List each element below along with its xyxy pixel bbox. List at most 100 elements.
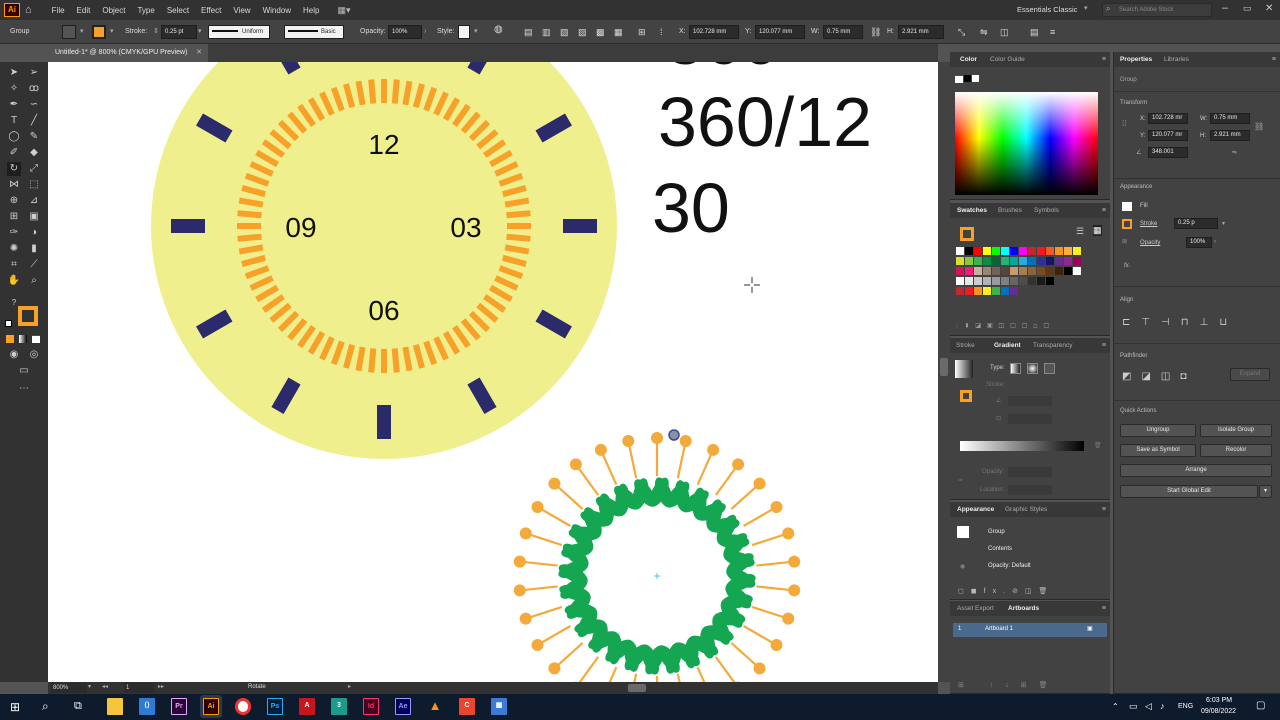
swatch[interactable]: [983, 257, 991, 265]
opacity-prop-field[interactable]: 100%: [1186, 237, 1212, 248]
notifications-icon[interactable]: ▢: [1256, 700, 1265, 711]
swatch[interactable]: [983, 247, 991, 255]
vscode-icon[interactable]: ⟨⟩: [139, 698, 155, 715]
distribute-icon[interactable]: ▥: [542, 26, 551, 38]
tab-swatches[interactable]: Swatches: [957, 207, 987, 214]
swatch[interactable]: [983, 287, 991, 295]
swatch[interactable]: [956, 277, 964, 285]
flip-icon[interactable]: ⇋: [980, 26, 988, 38]
draw-behind-icon[interactable]: ◎: [27, 348, 41, 362]
start-global-edit-button[interactable]: Start Global Edit: [1120, 485, 1258, 498]
w-field[interactable]: 0.75 mm: [823, 25, 863, 39]
stroke-weight-prop-field[interactable]: 0.25 p: [1174, 218, 1218, 229]
magic-wand-tool-icon[interactable]: ✧: [7, 82, 21, 96]
fill-swatch-small[interactable]: [1122, 201, 1132, 211]
mesh-tool-icon[interactable]: ⊞: [7, 210, 21, 224]
menu-window[interactable]: Window: [257, 6, 297, 15]
swatch[interactable]: [1001, 267, 1009, 275]
zoom-tool-icon[interactable]: ⌕: [27, 274, 41, 288]
workspace-switcher-icon[interactable]: ▦▾: [337, 5, 350, 16]
swatch[interactable]: [1019, 257, 1027, 265]
default-fill-stroke-icon[interactable]: [5, 320, 12, 327]
photoshop-icon[interactable]: Ps: [267, 698, 283, 715]
swatch[interactable]: [1073, 247, 1081, 255]
style-dropdown-icon[interactable]: ▾: [474, 26, 478, 38]
swatch[interactable]: [1010, 287, 1018, 295]
swatch[interactable]: [992, 267, 1000, 275]
swatch[interactable]: [1073, 267, 1081, 275]
swatch[interactable]: [965, 267, 973, 275]
stroke-color-box[interactable]: [18, 306, 38, 326]
panel-menu-icon[interactable]: ≡: [1050, 26, 1055, 38]
constrain-link-icon[interactable]: ⛓: [870, 26, 881, 38]
swatch[interactable]: [1028, 257, 1036, 265]
search-stock-field[interactable]: ⌕ Search Adobe Stock: [1102, 3, 1212, 17]
menu-file[interactable]: File: [46, 6, 71, 15]
after-effects-icon[interactable]: Ae: [395, 698, 411, 715]
task-view-icon[interactable]: ⧉: [74, 700, 82, 713]
color-spectrum[interactable]: [955, 92, 1098, 195]
brush-definition[interactable]: Basic: [284, 25, 344, 39]
artboard-canvas[interactable]: 12 03 06 09 360 360/12 30: [48, 62, 938, 682]
delete-stop-icon[interactable]: 🗑: [1094, 442, 1102, 449]
linear-gradient-icon[interactable]: [1010, 363, 1021, 374]
workspace-name[interactable]: Essentials Classic: [1017, 5, 1077, 14]
align-icon[interactable]: ▤: [524, 26, 533, 38]
maximize-icon[interactable]: ▭: [1243, 3, 1252, 14]
stroke-swatch[interactable]: [92, 25, 106, 39]
next-artboard-icon[interactable]: ▸▸: [158, 683, 164, 690]
tab-color-guide[interactable]: Color Guide: [990, 56, 1025, 63]
none-swatch-icon[interactable]: [955, 75, 963, 83]
swatch[interactable]: [1046, 257, 1054, 265]
stroke-weight-dropdown-icon[interactable]: ▾: [198, 26, 202, 38]
tab-graphic-styles[interactable]: Graphic Styles: [1005, 506, 1047, 513]
swatch[interactable]: [1010, 267, 1018, 275]
black-swatch[interactable]: [964, 75, 971, 82]
align-top-icon[interactable]: ▨: [578, 26, 587, 38]
pathfinder-buttons-row[interactable]: ◩◪◫◘: [1122, 371, 1196, 382]
symbol-sprayer-tool-icon[interactable]: ✺: [7, 242, 21, 256]
opacity-field[interactable]: 100%: [388, 25, 422, 39]
workspace-dropdown-icon[interactable]: ▾: [1084, 4, 1088, 12]
active-swatch-icon[interactable]: [960, 227, 974, 241]
illustrator-taskbar-icon[interactable]: Ai: [203, 698, 219, 715]
swatch[interactable]: [1001, 257, 1009, 265]
align-middle-icon[interactable]: ▩: [596, 26, 605, 38]
language-indicator[interactable]: ENG: [1178, 703, 1193, 710]
swatch[interactable]: [974, 267, 982, 275]
opacity-arrow-icon[interactable]: ›: [424, 26, 426, 38]
stroke-weight-field[interactable]: 0.25 pt: [161, 25, 197, 39]
close-icon[interactable]: ✕: [1265, 3, 1273, 14]
opacity-label[interactable]: Opacity: [1140, 240, 1160, 246]
width-tool-icon[interactable]: ⋈: [7, 178, 21, 192]
swatch[interactable]: [1046, 267, 1054, 275]
more-tools-icon[interactable]: ⋯: [17, 382, 31, 396]
gradient-opacity-field[interactable]: [1008, 467, 1052, 477]
white-swatch[interactable]: [972, 75, 979, 82]
tab-transparency[interactable]: Transparency: [1033, 342, 1073, 349]
reference-point-icon[interactable]: ⁞: [660, 26, 663, 38]
menu-view[interactable]: View: [227, 6, 256, 15]
swatch[interactable]: [1010, 247, 1018, 255]
gradient-slider[interactable]: [960, 441, 1084, 451]
transform-options-icon[interactable]: ⊞: [638, 26, 646, 38]
flip-horizontal-icon[interactable]: ⇋: [1232, 149, 1237, 156]
swatch[interactable]: [965, 247, 973, 255]
shaper-tool-icon[interactable]: ✐: [7, 146, 21, 160]
swatch[interactable]: [1001, 277, 1009, 285]
grid-view-icon[interactable]: ▦: [1093, 225, 1102, 236]
acrobat-icon[interactable]: A: [299, 698, 315, 715]
visibility-eye-icon[interactable]: ◉: [960, 563, 965, 570]
search-icon[interactable]: ⌕: [42, 699, 49, 714]
tab-symbols[interactable]: Symbols: [1034, 207, 1059, 214]
swatch[interactable]: [983, 267, 991, 275]
close-tab-icon[interactable]: ✕: [196, 44, 202, 62]
swatch[interactable]: [1028, 267, 1036, 275]
opacity-arrow-icon[interactable]: ›: [1214, 239, 1216, 245]
minimize-icon[interactable]: –: [1222, 2, 1228, 14]
appearance-group-label[interactable]: Group: [988, 529, 1005, 535]
app-3-icon[interactable]: 3: [331, 698, 347, 715]
aspect-field[interactable]: [1008, 414, 1052, 424]
draw-mode-icon[interactable]: ◉: [7, 348, 21, 362]
stroke-swatch-prop[interactable]: [1122, 219, 1132, 229]
